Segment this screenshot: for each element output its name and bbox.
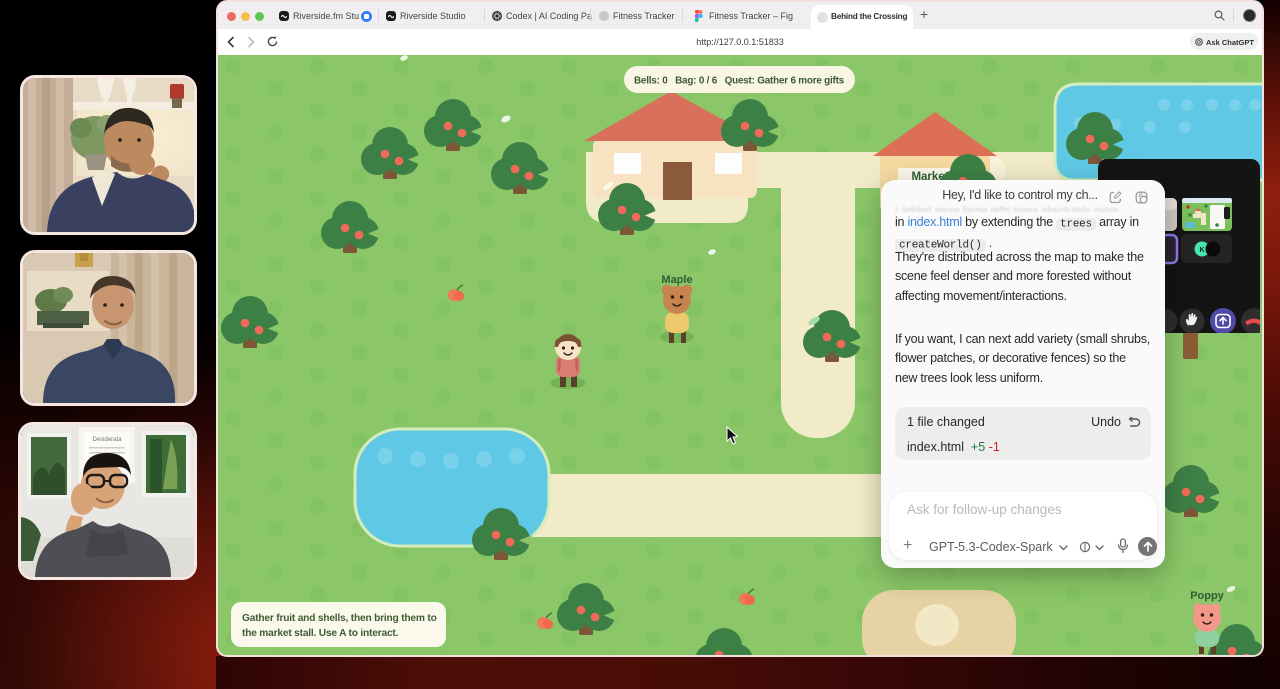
svg-text:Desiderata: Desiderata (92, 437, 122, 443)
svg-text:K: K (1199, 247, 1204, 254)
svg-text:Poppy: Poppy (1190, 590, 1224, 602)
svg-text:Gather fruit and shells, then: Gather fruit and shells, then bring them… (242, 613, 437, 624)
svg-text:Maple: Maple (661, 274, 692, 286)
svg-text:the market stall. Use A to int: the market stall. Use A to interact. (242, 628, 399, 639)
svg-text:Bells: 0 Bag: 0 / 6 Quest:: Bells: 0 Bag: 0 / 6 Quest: Gather 6 more… (634, 76, 845, 87)
